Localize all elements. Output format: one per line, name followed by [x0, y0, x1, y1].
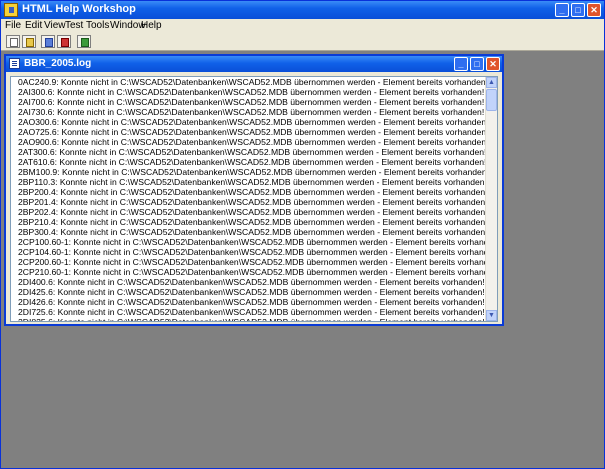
document-icon[interactable] — [9, 58, 20, 69]
log-line: 2BM100.9: Konnte nicht in C:\WSCAD52\Dat… — [18, 167, 488, 177]
view-compiled-icon[interactable] — [77, 35, 91, 48]
log-line: 2AI300.6: Konnte nicht in C:\WSCAD52\Dat… — [18, 87, 485, 97]
new-icon[interactable] — [6, 35, 20, 48]
log-text-area[interactable]: 0AC240.9: Konnte nicht in C:\WSCAD52\Dat… — [10, 76, 498, 322]
log-line: 2DI725.6: Konnte nicht in C:\WSCAD52\Dat… — [18, 307, 485, 317]
log-line: 2AO300.6: Konnte nicht in C:\WSCAD52\Dat… — [18, 117, 488, 127]
log-line: 2CP100.60-1: Konnte nicht in C:\WSCAD52\… — [18, 237, 488, 247]
app-title: HTML Help Workshop — [22, 3, 136, 15]
log-maximize-button[interactable]: □ — [470, 57, 484, 71]
log-window-titlebar[interactable]: BBR_2005.log _ □ ✕ — [6, 56, 502, 72]
log-minimize-button[interactable]: _ — [454, 57, 468, 71]
log-line: 2DI825.6: Konnte nicht in C:\WSCAD52\Dat… — [18, 317, 485, 322]
log-window-title: BBR_2005.log — [24, 58, 92, 69]
menu-test[interactable]: Test — [65, 20, 83, 31]
log-line: 2CP200.60-1: Konnte nicht in C:\WSCAD52\… — [18, 257, 488, 267]
log-line: 2BP300.4: Konnte nicht in C:\WSCAD52\Dat… — [18, 227, 488, 237]
menu-tools[interactable]: Tools — [86, 20, 109, 31]
log-line: 2BP210.4: Konnte nicht in C:\WSCAD52\Dat… — [18, 217, 488, 227]
menu-edit[interactable]: Edit — [25, 20, 42, 31]
scroll-up-icon[interactable]: ▲ — [486, 77, 497, 88]
app-window-controls: _ □ ✕ — [555, 3, 601, 17]
close-button[interactable]: ✕ — [587, 3, 601, 17]
vertical-scrollbar[interactable]: ▲ ▼ — [485, 77, 497, 321]
menu-bar: File Edit View Test Tools Window Help — [1, 19, 604, 33]
scroll-down-icon[interactable]: ▼ — [486, 310, 497, 321]
toolbar — [1, 33, 604, 51]
log-line: 2DI400.6: Konnte nicht in C:\WSCAD52\Dat… — [18, 277, 485, 287]
log-line: 2BP110.3: Konnte nicht in C:\WSCAD52\Dat… — [18, 177, 487, 187]
log-line: 2AO900.6: Konnte nicht in C:\WSCAD52\Dat… — [18, 137, 488, 147]
log-line: 2AI730.6: Konnte nicht in C:\WSCAD52\Dat… — [18, 107, 485, 117]
app-titlebar[interactable]: HTML Help Workshop _ □ ✕ — [1, 1, 604, 19]
log-line: 2AT300.6: Konnte nicht in C:\WSCAD52\Dat… — [18, 147, 487, 157]
log-line: 2BP200.4: Konnte nicht in C:\WSCAD52\Dat… — [18, 187, 488, 197]
maximize-button[interactable]: □ — [571, 3, 585, 17]
log-line: 2AO725.6: Konnte nicht in C:\WSCAD52\Dat… — [18, 127, 488, 137]
log-line: 2AI700.6: Konnte nicht in C:\WSCAD52\Dat… — [18, 97, 485, 107]
help-workshop-icon[interactable] — [4, 3, 18, 17]
log-line: 0AC240.9: Konnte nicht in C:\WSCAD52\Dat… — [18, 77, 488, 87]
project-properties-icon[interactable] — [41, 35, 55, 48]
app-window: HTML Help Workshop _ □ ✕ File Edit View … — [0, 0, 605, 469]
log-line: 2CP104.60-1: Konnte nicht in C:\WSCAD52\… — [18, 247, 488, 257]
open-icon[interactable] — [22, 35, 36, 48]
log-line: 2DI425.6: Konnte nicht in C:\WSCAD52\Dat… — [18, 287, 485, 297]
log-close-button[interactable]: ✕ — [486, 57, 500, 71]
log-line: 2CP210.60-1: Konnte nicht in C:\WSCAD52\… — [18, 267, 488, 277]
log-line: 2BP201.4: Konnte nicht in C:\WSCAD52\Dat… — [18, 197, 488, 207]
log-line: 2BP202.4: Konnte nicht in C:\WSCAD52\Dat… — [18, 207, 488, 217]
log-line: 2AT610.6: Konnte nicht in C:\WSCAD52\Dat… — [18, 157, 487, 167]
minimize-button[interactable]: _ — [555, 3, 569, 17]
log-line: 2DI426.6: Konnte nicht in C:\WSCAD52\Dat… — [18, 297, 485, 307]
log-window-controls: _ □ ✕ — [454, 57, 500, 71]
menu-file[interactable]: File — [5, 20, 21, 31]
menu-help[interactable]: Help — [141, 20, 162, 31]
scroll-thumb[interactable] — [486, 89, 497, 111]
log-window: BBR_2005.log _ □ ✕ 0AC240.9: Konnte nich… — [4, 54, 504, 326]
compile-icon[interactable] — [57, 35, 71, 48]
menu-view[interactable]: View — [44, 20, 66, 31]
log-lines: 0AC240.9: Konnte nicht in C:\WSCAD52\Dat… — [18, 77, 488, 322]
